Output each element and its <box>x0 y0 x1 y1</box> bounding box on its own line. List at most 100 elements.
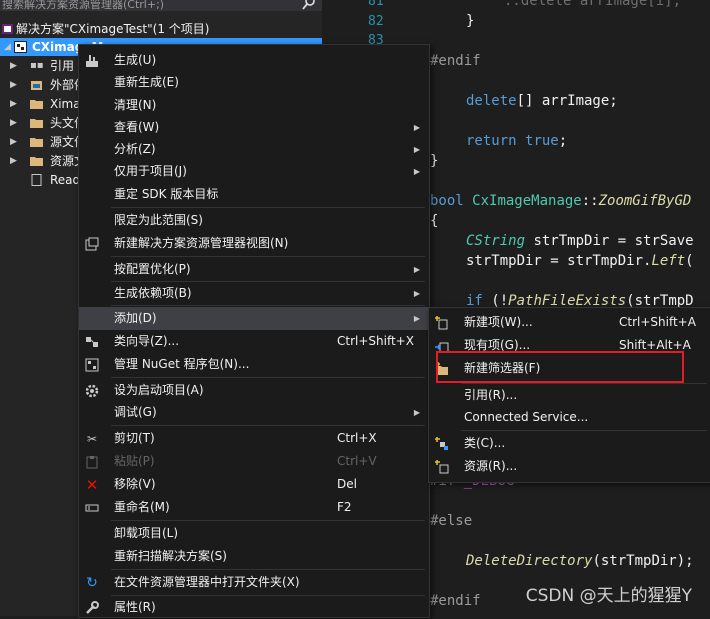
expand-arrow-icon[interactable]: ▶ <box>10 133 20 151</box>
menu-item-nuget[interactable]: 管理 NuGet 程序包(N)... <box>79 353 429 376</box>
menu-item-label: 剪切(T) <box>114 431 155 445</box>
submenu-item-new-item[interactable]: 新建项(W)... Ctrl+Shift+A <box>429 311 710 334</box>
menu-item-label: 资源(R)... <box>464 459 518 473</box>
code-text: :: <box>581 193 599 209</box>
menu-item-class-wizard[interactable]: 类向导(Z)... Ctrl+Shift+X <box>79 330 429 353</box>
code-text: [] arrImage; <box>516 93 618 109</box>
menu-item-retarget-sdk[interactable]: 重定 SDK 版本目标 <box>79 183 429 206</box>
menu-item-new-view[interactable]: 新建解决方案资源管理器视图(N) <box>79 232 429 255</box>
resource-icon <box>435 460 449 474</box>
menu-separator <box>111 425 425 426</box>
menu-item-shortcut: Ctrl+V <box>337 454 377 468</box>
submenu-arrow-icon: ▶ <box>413 123 420 132</box>
menu-separator <box>111 207 425 208</box>
menu-item-rebuild[interactable]: 重新生成(E) <box>79 71 429 94</box>
menu-item-label: 在文件资源管理器中打开文件夹(X) <box>114 575 300 589</box>
menu-item-shortcut: Ctrl+Shift+X <box>337 334 414 348</box>
menu-item-pgo[interactable]: 按配置优化(P) ▶ <box>79 258 429 281</box>
menu-item-label: 粘贴(P) <box>114 454 155 468</box>
tree-item-label: Read <box>50 173 81 187</box>
build-icon <box>86 55 98 67</box>
paste-icon <box>86 456 98 469</box>
menu-item-view[interactable]: 查看(W) ▶ <box>79 116 429 139</box>
search-icon[interactable] <box>302 0 316 10</box>
code-line: DeleteDirectory(strTmpDir); <box>466 553 694 569</box>
menu-item-scope-to-this[interactable]: 限定为此范围(S) <box>79 209 429 232</box>
external-deps-icon <box>31 81 42 90</box>
menu-item-rescan-solution[interactable]: 重新扫描解决方案(S) <box>79 545 429 568</box>
menu-item-label: 调试(G) <box>114 405 157 419</box>
submenu-item-class[interactable]: 类(C)... <box>429 432 710 455</box>
submenu-arrow-icon: ▶ <box>413 289 420 298</box>
class-wizard-icon <box>86 337 98 347</box>
submenu-item-connected-service[interactable]: Connected Service... <box>429 406 710 429</box>
menu-item-label: 清理(N) <box>114 98 157 112</box>
menu-item-clean[interactable]: 清理(N) <box>79 94 429 117</box>
menu-separator <box>461 430 707 431</box>
type-name: CxImageManage <box>472 193 582 209</box>
menu-item-label: 限定为此范围(S) <box>114 213 203 227</box>
submenu-item-resource[interactable]: 资源(R)... <box>429 455 710 478</box>
submenu-arrow-icon: ▶ <box>413 314 420 323</box>
menu-item-unload-project[interactable]: 卸载项目(L) <box>79 522 429 545</box>
gear-icon <box>85 384 99 398</box>
menu-item-analyze[interactable]: 分析(Z) ▶ <box>79 138 429 161</box>
tree-item-label: Xima <box>50 97 81 111</box>
menu-item-label: 新建解决方案资源管理器视图(N) <box>114 236 289 250</box>
menu-item-rename[interactable]: 重命名(M) F2 <box>79 496 429 519</box>
menu-item-label: 生成依赖项(B) <box>114 286 192 300</box>
menu-item-label: 引用(R)... <box>464 388 518 402</box>
search-placeholder: 搜索解决方案资源管理器(Ctrl+;) <box>2 0 165 11</box>
reference-icon: ▪▪ <box>30 60 44 71</box>
remove-icon: ✕ <box>85 476 99 494</box>
solution-node[interactable]: 解决方案"CXimageTest"(1 个项目) <box>0 20 322 38</box>
menu-item-label: 移除(V) <box>114 477 156 491</box>
menu-item-label: 添加(D) <box>114 311 157 325</box>
class-icon <box>435 437 448 450</box>
annotation-highlight-box <box>436 351 684 383</box>
menu-item-set-startup[interactable]: 设为启动项目(A) <box>79 379 429 402</box>
keyword: return <box>466 133 517 149</box>
collapse-arrow-icon[interactable]: ◢ <box>4 38 14 56</box>
menu-item-build[interactable]: 生成(U) <box>79 49 429 72</box>
function-name: DeleteDirectory <box>466 553 593 569</box>
expand-arrow-icon[interactable]: ▶ <box>10 95 20 113</box>
menu-item-label: 类(C)... <box>464 436 506 450</box>
code-line: strTmpDir = strTmpDir.Left( <box>466 253 694 269</box>
menu-item-paste[interactable]: 粘贴(P) Ctrl+V <box>79 450 429 473</box>
menu-item-label: 分析(Z) <box>114 142 156 156</box>
menu-item-label: 管理 NuGet 程序包(N)... <box>114 357 250 371</box>
menu-item-open-in-explorer[interactable]: ↻ 在文件资源管理器中打开文件夹(X) <box>79 571 429 594</box>
folder-icon <box>30 100 43 109</box>
wrench-icon <box>86 601 99 614</box>
menu-item-build-dependencies[interactable]: 生成依赖项(B) ▶ <box>79 282 429 305</box>
code-line: } <box>466 13 475 29</box>
menu-item-cut[interactable]: ✂ 剪切(T) Ctrl+X <box>79 427 429 450</box>
expand-arrow-icon[interactable]: ▶ <box>10 152 20 170</box>
code-text: strTmpDir = strTmpDir. <box>466 253 652 269</box>
menu-item-project-only[interactable]: 仅用于项目(J) ▶ <box>79 160 429 183</box>
menu-separator <box>111 256 425 257</box>
function-name: Left <box>651 253 686 269</box>
menu-item-remove[interactable]: ✕ 移除(V) Del <box>79 473 429 496</box>
submenu-arrow-icon: ▶ <box>413 145 420 154</box>
submenu-arrow-icon: ▶ <box>413 408 420 417</box>
code-text: ( <box>685 253 694 269</box>
submenu-item-reference[interactable]: 引用(R)... <box>429 384 710 407</box>
menu-item-shortcut: Ctrl+Shift+A <box>619 315 696 329</box>
project-icon <box>14 41 27 53</box>
submenu-arrow-icon: ▶ <box>413 265 420 274</box>
solution-icon <box>2 24 13 34</box>
expand-arrow-icon[interactable]: ▶ <box>10 76 20 94</box>
menu-item-debug[interactable]: 调试(G) ▶ <box>79 401 429 424</box>
code-line: } <box>430 153 439 169</box>
menu-item-label: 新建项(W)... <box>464 315 533 329</box>
expand-arrow-icon[interactable]: ▶ <box>10 114 20 132</box>
folder-icon <box>30 119 43 128</box>
cut-icon: ✂ <box>86 432 98 446</box>
menu-item-add[interactable]: 添加(D) ▶ <box>79 307 429 330</box>
code-line: ::delete arrImage[i]; <box>504 0 682 9</box>
search-input[interactable]: 搜索解决方案资源管理器(Ctrl+;) <box>0 0 322 11</box>
expand-arrow-icon[interactable]: ▶ <box>10 57 20 75</box>
menu-item-label: 查看(W) <box>114 120 160 134</box>
